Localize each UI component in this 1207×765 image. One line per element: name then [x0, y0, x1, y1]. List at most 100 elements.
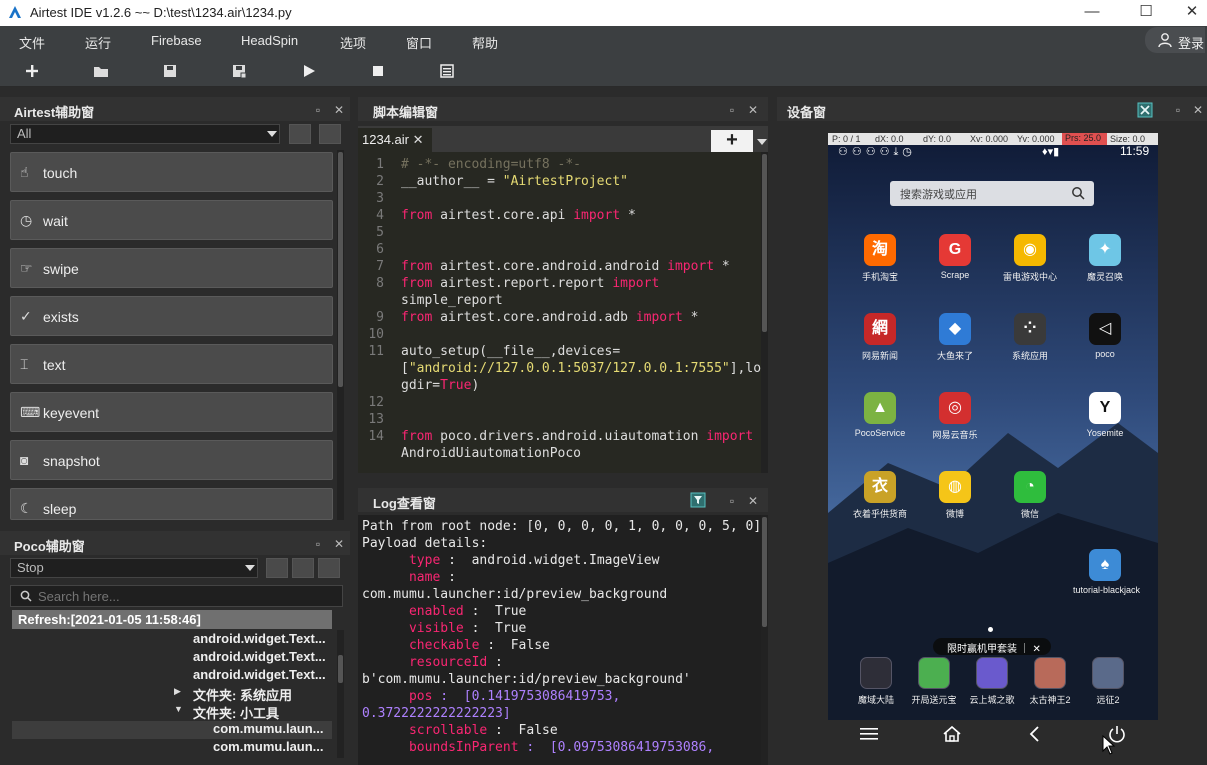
app-icon-19[interactable]: ♠ tutorial-blackjack: [1073, 549, 1141, 595]
menu-help[interactable]: 帮助: [472, 33, 498, 52]
app-icon-2[interactable]: ◉ 雷电游戏中心: [998, 234, 1062, 283]
signal-battery-icons: ♦▾▮: [1042, 146, 1060, 158]
menu-headspin[interactable]: HeadSpin: [241, 33, 298, 48]
menu-firebase[interactable]: Firebase: [151, 33, 202, 48]
log-line: scrollable : False: [362, 723, 558, 738]
minimize-button[interactable]: —: [1069, 0, 1115, 26]
poco-tree-scroll-thumb[interactable]: [338, 655, 343, 683]
record-tool-button[interactable]: [319, 124, 341, 144]
app-icon-12[interactable]: 衣衣着乎供货商: [848, 471, 912, 520]
view-log-button[interactable]: [439, 63, 455, 79]
airtest-filter-select[interactable]: All: [10, 124, 280, 144]
tree-node-label: android.widget.Text...: [193, 649, 326, 664]
app-icon-13[interactable]: ◍ 微博: [923, 471, 987, 520]
log-key: resourceId: [362, 655, 488, 670]
dock-app-0[interactable]: 魔域大陆: [845, 657, 907, 706]
dock-app-2[interactable]: 云上城之歌: [961, 657, 1023, 706]
menu-file[interactable]: 文件: [19, 33, 45, 52]
airtest-panel-float-icon[interactable]: ▫: [312, 104, 324, 116]
refresh-tree-button[interactable]: [292, 558, 314, 578]
editor-scroll-thumb[interactable]: [762, 154, 767, 332]
log-scroll-thumb[interactable]: [762, 517, 767, 627]
stop-button[interactable]: [370, 63, 386, 79]
poco-panel-close-icon[interactable]: ✕: [333, 538, 345, 550]
close-window-button[interactable]: ✕: [1169, 0, 1207, 26]
app-label: 魔灵召唤: [1086, 272, 1123, 282]
dock-app-3[interactable]: 太古神王2: [1019, 657, 1081, 706]
app-icon-14[interactable]: ◔ 微信: [998, 471, 1062, 520]
editor-tab[interactable]: 1234.air ✕: [358, 128, 432, 152]
screenshot-tool-button[interactable]: [289, 124, 311, 144]
airtest-panel-close-icon[interactable]: ✕: [333, 104, 345, 116]
log-line: resourceId :: [362, 655, 503, 670]
tree-node[interactable]: android.widget.Text...: [12, 631, 332, 649]
editor-panel-float-icon[interactable]: ▫: [726, 104, 738, 116]
home-icon[interactable]: [942, 724, 962, 744]
app-icon-4[interactable]: 網网易新闻: [848, 313, 912, 362]
poco-record-button[interactable]: [318, 558, 340, 578]
line-number: 14: [368, 429, 384, 444]
dock-app-glyph-icon: [860, 657, 892, 689]
snapshot-label: snapshot: [43, 453, 100, 469]
device-tools-icon[interactable]: [1137, 102, 1153, 118]
run-button[interactable]: [301, 63, 317, 79]
tree-node[interactable]: ▼ 文件夹: 小工具: [12, 703, 332, 721]
app-icon-11[interactable]: Y Yosemite: [1073, 392, 1137, 438]
tree-node[interactable]: android.widget.Text...: [12, 649, 332, 667]
new-tab-button[interactable]: +: [711, 130, 753, 152]
open-folder-button[interactable]: [93, 63, 109, 79]
maximize-button[interactable]: ☐: [1123, 0, 1169, 26]
filter-icon[interactable]: [690, 492, 706, 508]
line-number: 11: [368, 344, 384, 359]
dock-app-1[interactable]: 开局送元宝: [903, 657, 965, 706]
tree-node[interactable]: android.widget.Text...: [12, 667, 332, 685]
save-as-button[interactable]: [231, 63, 247, 79]
poco-search-input[interactable]: [38, 587, 328, 605]
refresh-timestamp[interactable]: Refresh:[2021-01-05 11:58:46]: [12, 610, 332, 629]
menu-icon[interactable]: [859, 725, 879, 743]
lock-button[interactable]: [266, 558, 288, 578]
back-icon[interactable]: [1026, 724, 1044, 744]
tree-node[interactable]: ▶ 文件夹: 系统应用: [12, 685, 332, 703]
device-panel-close-icon[interactable]: ✕: [1192, 104, 1204, 116]
poco-mode-select[interactable]: Stop: [10, 558, 258, 578]
log-value: com.mumu.launcher:id/preview_background: [362, 587, 668, 602]
camera-icon: ◙: [20, 452, 29, 468]
tree-node[interactable]: com.mumu.laun...: [12, 739, 332, 757]
log-panel-close-icon[interactable]: ✕: [747, 495, 759, 507]
promo-banner[interactable]: 限时赢机甲套装 ｜ ✕: [933, 638, 1051, 655]
menu-window[interactable]: 窗口: [406, 33, 432, 52]
log-value: Path from root node: [0, 0, 0, 0, 1, 0, …: [362, 519, 762, 534]
status-pressure: Prs: 25.0: [1062, 133, 1107, 145]
airtest-panel-scroll-thumb[interactable]: [338, 152, 343, 387]
close-tab-icon[interactable]: ✕: [413, 132, 424, 147]
app-icon-7[interactable]: ◁ poco: [1073, 313, 1137, 359]
expand-arrow-icon[interactable]: ▶: [174, 686, 181, 697]
app-icon-0[interactable]: 淘手机淘宝: [848, 234, 912, 283]
log-key: scrollable: [362, 723, 488, 738]
app-icon-5[interactable]: ◆ 大鱼来了: [923, 313, 987, 362]
app-label: tutorial-blackjack: [1073, 585, 1141, 595]
app-glyph-icon: 網: [864, 313, 896, 345]
poco-tree-scrollbar[interactable]: [337, 630, 344, 758]
menu-options[interactable]: 选项: [340, 33, 366, 52]
code-line: __author__ = "AirtestProject": [401, 174, 628, 189]
app-icon-6[interactable]: ⁘ 系统应用: [998, 313, 1062, 362]
log-panel-float-icon[interactable]: ▫: [726, 495, 738, 507]
poco-panel-float-icon[interactable]: ▫: [312, 538, 324, 550]
expand-arrow-icon[interactable]: ▼: [174, 704, 183, 714]
app-icon-9[interactable]: ◎ 网易云音乐: [923, 392, 987, 441]
close-icon[interactable]: ｜ ✕: [1020, 644, 1041, 655]
app-label: 手机淘宝: [861, 272, 898, 282]
sleep-label: sleep: [43, 501, 77, 517]
save-button[interactable]: [162, 63, 178, 79]
app-icon-3[interactable]: ✦ 魔灵召唤: [1073, 234, 1137, 283]
new-script-button[interactable]: [24, 63, 40, 79]
app-icon-1[interactable]: G Scrape: [923, 234, 987, 280]
device-panel-float-icon[interactable]: ▫: [1172, 104, 1184, 116]
tree-node[interactable]: com.mumu.laun...: [12, 721, 332, 739]
menu-run[interactable]: 运行: [85, 33, 111, 52]
app-icon-8[interactable]: ▲ PocoService: [848, 392, 912, 438]
editor-panel-close-icon[interactable]: ✕: [747, 104, 759, 116]
dock-app-4[interactable]: 远征2: [1077, 657, 1139, 706]
